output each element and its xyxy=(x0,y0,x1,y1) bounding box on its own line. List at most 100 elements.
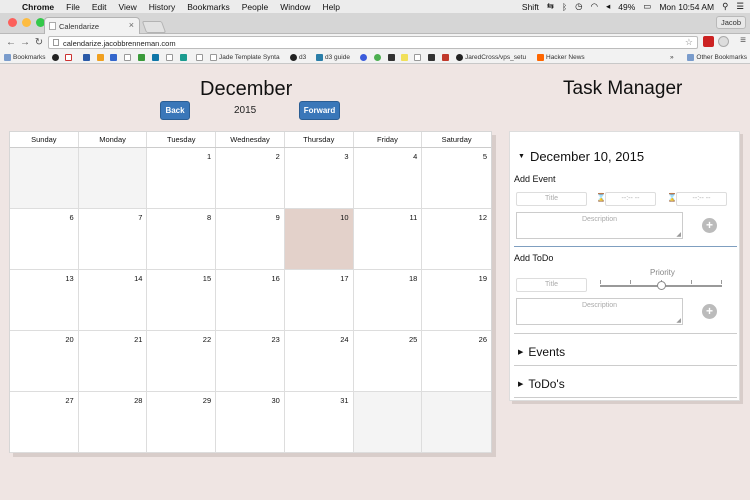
calendar-day[interactable]: 4 xyxy=(353,148,423,209)
event-start-time-input[interactable]: --:-- -- xyxy=(605,192,656,206)
spotlight-icon[interactable]: ⚲ xyxy=(722,1,728,12)
minimize-window-icon[interactable] xyxy=(22,18,31,27)
calendar-day[interactable]: 28 xyxy=(78,392,148,453)
calendar-day[interactable]: 8 xyxy=(147,209,217,270)
calendar-day[interactable]: 7 xyxy=(78,209,148,270)
close-tab-icon[interactable]: × xyxy=(129,20,134,30)
bookmark-green-circle[interactable] xyxy=(374,53,381,62)
menu-bookmarks[interactable]: Bookmarks xyxy=(187,2,230,12)
menu-history[interactable]: History xyxy=(149,2,175,12)
add-todo-button[interactable]: + xyxy=(702,304,717,319)
calendar-day[interactable]: 29 xyxy=(147,392,217,453)
calendar-day[interactable]: 9 xyxy=(216,209,285,270)
calendar-day[interactable]: 16 xyxy=(216,270,285,331)
calendar-day[interactable]: 1 xyxy=(147,148,217,209)
extension-red-icon[interactable] xyxy=(703,36,714,47)
calendar-day[interactable]: 13 xyxy=(10,270,79,331)
resize-grip-icon[interactable]: ◢ xyxy=(676,317,681,324)
new-tab-button[interactable] xyxy=(141,21,167,33)
menu-app-name[interactable]: Chrome xyxy=(22,2,54,12)
calendar-day[interactable]: 31 xyxy=(284,392,354,453)
calendar-day[interactable]: 20 xyxy=(10,331,79,392)
events-section-toggle[interactable]: ▶ Events xyxy=(518,345,565,359)
calendar-day[interactable]: 5 xyxy=(422,148,491,209)
event-end-time-input[interactable]: --:-- -- xyxy=(676,192,727,206)
bookmark-green[interactable] xyxy=(138,53,145,62)
bookmark-linkedin[interactable] xyxy=(152,53,159,62)
address-bar[interactable]: calendarize.jacobbrenneman.com ☆ xyxy=(48,36,698,49)
chrome-menu-icon[interactable]: ≡ xyxy=(740,35,746,46)
sync-icon[interactable]: ⇆ xyxy=(547,1,554,12)
bookmark-blue[interactable] xyxy=(110,53,117,62)
todos-section-toggle[interactable]: ▶ ToDo's xyxy=(518,377,565,391)
calendar-day[interactable]: 23 xyxy=(216,331,285,392)
bookmark-u[interactable] xyxy=(428,53,435,62)
tab-calendarize[interactable]: Calendarize × xyxy=(44,17,140,34)
menu-window[interactable]: Window xyxy=(280,2,310,12)
calendar-day[interactable]: 22 xyxy=(147,331,217,392)
bookmark-w[interactable] xyxy=(83,53,90,62)
bookmark-teal[interactable] xyxy=(180,53,187,62)
calendar-day[interactable]: 11 xyxy=(353,209,423,270)
volume-icon[interactable]: ◂ xyxy=(606,1,610,12)
battery-percent[interactable]: 49% xyxy=(618,2,635,12)
time-machine-icon[interactable]: ◷ xyxy=(575,1,582,12)
calendar-day[interactable]: 24 xyxy=(284,331,354,392)
forward-button[interactable]: Forward xyxy=(299,101,340,120)
event-description-input[interactable]: Description ◢ xyxy=(516,212,683,239)
calendar-day[interactable]: 14 xyxy=(78,270,148,331)
add-event-button[interactable]: + xyxy=(702,218,717,233)
calendar-day[interactable]: 27 xyxy=(10,392,79,453)
calendar-day[interactable]: 2 xyxy=(216,148,285,209)
wifi-icon[interactable]: ◠ xyxy=(591,1,598,12)
bookmark-dark[interactable] xyxy=(388,53,395,62)
calendar-day[interactable]: 26 xyxy=(422,331,491,392)
bookmark-page-2[interactable] xyxy=(166,53,173,62)
calendar-day[interactable]: 15 xyxy=(147,270,217,331)
bookmark-jaredcross[interactable]: JaredCross/vps_setu xyxy=(456,53,526,62)
resize-grip-icon[interactable]: ◢ xyxy=(676,231,681,238)
close-window-icon[interactable] xyxy=(8,18,17,27)
calendar-day[interactable]: 21 xyxy=(78,331,148,392)
selected-date-header[interactable]: ▼ December 10, 2015 xyxy=(518,149,644,164)
bookmark-page[interactable] xyxy=(124,53,131,62)
calendar-day[interactable]: 17 xyxy=(284,270,354,331)
menu-view[interactable]: View xyxy=(118,2,136,12)
calendar-day-selected[interactable]: 10 xyxy=(284,209,354,270)
battery-icon[interactable]: ▭ xyxy=(643,1,651,12)
bluetooth-icon[interactable]: ᛒ xyxy=(562,2,567,12)
bookmark-page-4[interactable] xyxy=(414,53,421,62)
bookmark-hacker-news[interactable]: Hacker News xyxy=(537,53,585,62)
todo-title-input[interactable]: Title xyxy=(516,278,587,292)
bookmark-red[interactable] xyxy=(442,53,449,62)
event-title-input[interactable]: Title xyxy=(516,192,587,206)
calendar-day[interactable]: 6 xyxy=(10,209,79,270)
calendar-day[interactable]: 3 xyxy=(284,148,354,209)
extension-circle-icon[interactable] xyxy=(718,36,729,47)
profile-button[interactable]: Jacob xyxy=(715,16,746,29)
bookmark-star-icon[interactable]: ☆ xyxy=(685,37,693,48)
menu-people[interactable]: People xyxy=(242,2,268,12)
menu-edit[interactable]: Edit xyxy=(92,2,107,12)
bookmark-jade[interactable]: Jade Template Synta xyxy=(210,53,280,62)
menu-clock[interactable]: Mon 10:54 AM xyxy=(659,2,714,12)
calendar-day[interactable]: 30 xyxy=(216,392,285,453)
calendar-day[interactable]: 12 xyxy=(422,209,491,270)
bookmark-blue-circle[interactable] xyxy=(360,53,367,62)
calendar-day[interactable]: 19 xyxy=(422,270,491,331)
bookmark-orange[interactable] xyxy=(97,53,104,62)
bookmark-github[interactable] xyxy=(52,53,59,62)
forward-arrow-icon[interactable]: → xyxy=(18,37,32,48)
todo-description-input[interactable]: Description ◢ xyxy=(516,298,683,325)
bookmarks-overflow[interactable]: » xyxy=(670,53,674,62)
reload-icon[interactable]: ↻ xyxy=(32,37,46,48)
back-arrow-icon[interactable]: ← xyxy=(4,37,18,48)
bookmark-d3[interactable]: d3 xyxy=(290,53,306,62)
back-button[interactable]: Back xyxy=(160,101,190,120)
bookmark-folder-other[interactable]: Other Bookmarks xyxy=(687,53,747,62)
menu-help[interactable]: Help xyxy=(322,2,339,12)
bookmark-gmail[interactable] xyxy=(65,53,72,62)
bookmark-page-3[interactable] xyxy=(196,53,203,62)
bookmark-folder-bookmarks[interactable]: Bookmarks xyxy=(4,53,46,62)
bookmark-d3-guide[interactable]: d3 guide xyxy=(316,53,350,62)
